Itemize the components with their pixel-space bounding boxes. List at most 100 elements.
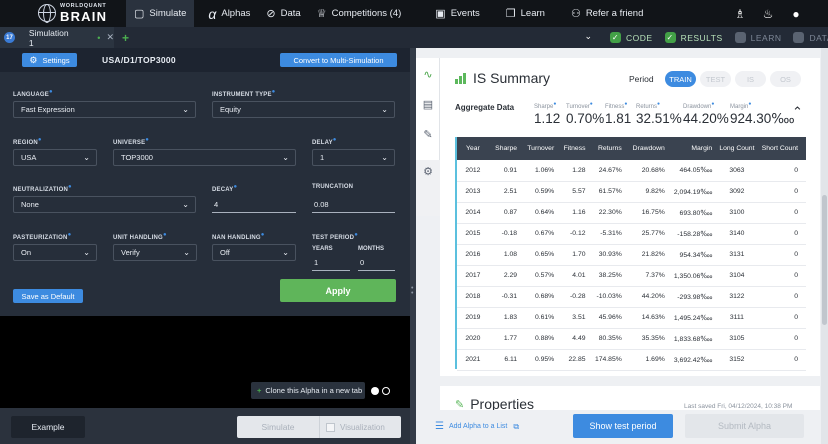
chevron-up-icon[interactable]: ⌃ — [792, 104, 803, 120]
neutralization-select[interactable]: None ⌄ — [13, 196, 196, 213]
col-margin[interactable]: Margin — [668, 137, 715, 160]
results-icon-rail: ∿ ▤ ✎ ⚙ — [416, 58, 440, 216]
convert-multi-sim-button[interactable]: Convert to Multi-Simulation — [280, 53, 397, 67]
chevron-down-icon: ⌄ — [381, 153, 388, 162]
bell-icon[interactable]: ♨ — [754, 7, 782, 21]
submit-alpha-button[interactable]: Submit Alpha — [685, 414, 804, 438]
period-train[interactable]: TRAIN — [665, 71, 696, 87]
nav-events[interactable]: ▣ Events — [427, 0, 487, 27]
trophy-icon: ♕ — [316, 8, 327, 20]
col-drawdown[interactable]: Drawdown — [625, 137, 668, 160]
chevron-down-icon: ⌄ — [182, 200, 189, 209]
period-test[interactable]: TEST — [700, 71, 731, 87]
metric-margin: Margin● 924.30‱ — [730, 101, 795, 126]
visualization-toggle[interactable]: Visualization — [319, 416, 401, 438]
table-row: 2018 -0.31 0.68% -0.28 -10.03% 44.20% -293.98‱… — [457, 286, 806, 307]
last-saved-text: Last saved Fri, 04/12/2024, 10:38 PM — [684, 403, 793, 410]
nav-refer[interactable]: ⚇ Refer a friend — [563, 0, 651, 27]
nan-handling-value: Off — [220, 248, 230, 257]
simulate-button[interactable]: Simulate — [237, 416, 319, 438]
toggle-results[interactable]: ✓ RESULTS — [664, 32, 723, 43]
aggregate-data-label: Aggregate Data — [455, 103, 515, 112]
nan-handling-label: NAN HANDLING● — [212, 232, 265, 241]
region-select[interactable]: USA ⌄ — [13, 149, 97, 166]
settings-button[interactable]: ⚙ Settings — [22, 53, 77, 67]
neutralization-label: NEUTRALIZATION● — [13, 184, 72, 193]
nav-alphas[interactable]: α Alphas — [200, 0, 258, 27]
chevron-down-icon[interactable]: ⌄ — [584, 31, 592, 42]
col-turnover[interactable]: Turnover — [520, 137, 557, 160]
instrument-type-select[interactable]: Equity ⌄ — [212, 101, 395, 118]
instrument-type-label: INSTRUMENT TYPE● — [212, 89, 276, 98]
simulation-tab-bar: 17 Simulation 1 • ✕ + ⌄ — [0, 27, 598, 48]
brand-logo[interactable]: WORLDQUANT BRAIN — [0, 0, 120, 27]
language-select[interactable]: Fast Expression ⌄ — [13, 101, 196, 118]
metric-sharpe-label: Sharpe — [534, 104, 554, 110]
test-months-input[interactable]: 0 — [358, 254, 395, 271]
tab-label: Simulation 1 — [28, 27, 69, 48]
properties-title-text: Properties — [470, 398, 535, 410]
table-row: 2015 -0.18 0.67% -0.12 -5.31% 25.77% -158.28‱ 3… — [457, 223, 806, 244]
col-returns[interactable]: Returns — [589, 137, 625, 160]
table-row: 2017 2.29 0.57% 4.01 38.25% 7.37% 1,350.06‱ 310… — [457, 265, 806, 286]
add-to-list-link[interactable]: ☰ Add Alpha to a List ⧉ — [435, 421, 519, 432]
nav-events-label: Events — [450, 8, 480, 19]
col-sharpe[interactable]: Sharpe — [489, 137, 520, 160]
col-year[interactable]: Year — [457, 137, 489, 160]
table-row: 2020 1.77 0.88% 4.49 80.35% 35.35% 1,833.68‱ 31… — [457, 328, 806, 349]
metric-returns-label: Returns — [636, 104, 658, 110]
tab-simulation-1[interactable]: 17 Simulation 1 • ✕ — [0, 27, 114, 48]
add-to-list-label: Add Alpha to a List — [448, 423, 508, 430]
nav-learn-label: Learn — [520, 8, 545, 19]
tab-badge: 17 — [4, 32, 15, 43]
toggle-code-label: CODE — [626, 32, 653, 43]
nav-simulate[interactable]: ▢ Simulate — [126, 0, 195, 27]
decay-input[interactable]: 4 — [212, 196, 296, 213]
bar-chart-icon[interactable]: ▤ — [416, 91, 440, 117]
edit-icon[interactable]: ✎ — [416, 121, 440, 147]
apply-button[interactable]: Apply — [280, 279, 396, 302]
line-chart-icon[interactable]: ∿ — [416, 61, 440, 87]
period-os[interactable]: OS — [770, 71, 801, 87]
data-icon: ⊘ — [266, 8, 276, 20]
universe-select[interactable]: TOP3000 ⌄ — [113, 149, 296, 166]
metric-turnover-label: Turnover — [566, 104, 590, 110]
pasteurization-select[interactable]: On ⌄ — [13, 244, 97, 261]
toggle-data[interactable]: DATA — [793, 32, 828, 43]
toggle-code[interactable]: ✓ CODE — [610, 32, 653, 43]
pager-dot-active[interactable] — [371, 387, 379, 395]
close-tab-icon[interactable]: ✕ — [106, 32, 114, 43]
add-tab-icon[interactable]: + — [122, 31, 129, 45]
col-long-count[interactable]: Long Count — [715, 137, 759, 160]
refer-icon: ⚇ — [570, 8, 581, 20]
nav-learn[interactable]: ❐ Learn — [498, 0, 553, 27]
nan-handling-select[interactable]: Off ⌄ — [212, 244, 296, 261]
nav-data[interactable]: ⊘ Data — [258, 0, 308, 27]
col-fitness[interactable]: Fitness — [557, 137, 588, 160]
col-short-count[interactable]: Short Count — [759, 137, 806, 160]
nav-simulate-label: Simulate — [149, 8, 187, 19]
is-summary-title: IS Summary — [455, 70, 550, 86]
delay-select[interactable]: 1 ⌄ — [312, 149, 395, 166]
toggle-learn[interactable]: LEARN — [734, 32, 782, 43]
check-icon: ✓ — [664, 32, 676, 43]
neutralization-value: None — [21, 200, 39, 209]
gear-icon[interactable]: ⚙ — [416, 158, 440, 184]
pager-dot[interactable] — [382, 387, 390, 395]
example-button[interactable]: Example — [11, 416, 85, 438]
language-value: Fast Expression — [21, 105, 75, 114]
globe-icon — [38, 4, 56, 23]
team-icon[interactable]: ♗ — [726, 7, 754, 21]
chevron-down-icon: ⌄ — [83, 153, 90, 162]
test-years-input[interactable]: 1 — [312, 254, 350, 271]
unit-handling-select[interactable]: Verify ⌄ — [113, 244, 197, 261]
nav-competitions[interactable]: ♕ Competitions (4) — [309, 0, 410, 27]
view-toggle-bar: ✓ CODE ✓ RESULTS LEARN DATA — [598, 27, 828, 48]
show-test-period-button[interactable]: Show test period — [573, 414, 673, 438]
clone-alpha-button[interactable]: + Clone this Alpha in a new tab — [251, 382, 365, 399]
truncation-input[interactable]: 0.08 — [312, 196, 395, 213]
scrollbar-thumb[interactable] — [822, 195, 827, 325]
save-as-default-button[interactable]: Save as Default — [13, 289, 83, 303]
user-icon[interactable]: ● — [782, 7, 810, 21]
period-is[interactable]: IS — [735, 71, 766, 87]
